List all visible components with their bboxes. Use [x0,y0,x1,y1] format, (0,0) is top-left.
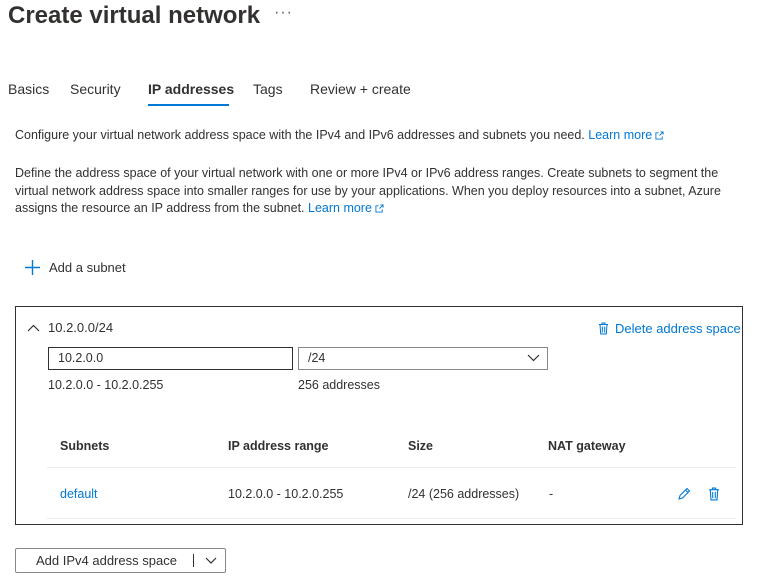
delete-address-space-label: Delete address space [615,321,741,336]
subnet-size-cell: /24 (256 addresses) [408,487,520,501]
column-header-nat-gateway: NAT gateway [548,439,626,453]
intro-paragraph-1: Configure your virtual network address s… [15,127,750,145]
delete-address-space-button[interactable]: Delete address space [598,321,741,336]
address-space-header[interactable]: 10.2.0.0/24 [27,320,113,335]
subnet-range-cell: 10.2.0.0 - 10.2.0.255 [228,487,344,501]
address-space-panel [15,306,743,525]
column-header-ip-range: IP address range [228,439,329,453]
learn-more-link-2[interactable]: Learn more [308,201,384,215]
edit-icon[interactable] [677,487,691,501]
chevron-down-icon[interactable] [205,557,217,564]
tab-review-create[interactable]: Review + create [310,81,411,97]
subnet-nat-cell: - [549,487,554,501]
intro-text-1: Configure your virtual network address s… [15,128,585,142]
address-range-text: 10.2.0.0 - 10.2.0.255 [48,378,164,392]
address-input[interactable]: 10.2.0.0 [48,347,293,370]
tab-ip-addresses[interactable]: IP addresses [148,81,234,97]
prefix-select[interactable]: /24 [298,347,548,370]
intro-paragraph-2: Define the address space of your virtual… [15,165,750,218]
column-header-size: Size [408,439,434,453]
address-count-text: 256 addresses [298,378,381,392]
add-subnet-button[interactable]: Add a subnet [24,259,126,276]
tab-basics[interactable]: Basics [8,81,49,97]
column-header-subnets: Subnets [60,439,110,453]
subnet-name-link[interactable]: default [60,487,98,501]
chevron-up-icon[interactable] [27,324,40,332]
learn-more-label-1: Learn more [588,128,653,142]
split-button-divider [193,554,194,567]
external-link-icon [655,131,664,140]
external-link-icon [375,204,384,213]
active-tab-indicator [148,104,229,106]
more-options-button[interactable]: ··· [274,4,293,22]
tab-tags[interactable]: Tags [253,81,283,97]
prefix-value: /24 [308,351,326,365]
tab-security[interactable]: Security [70,81,121,97]
learn-more-label-2: Learn more [308,201,372,215]
add-subnet-label: Add a subnet [49,260,126,275]
add-ipv4-label: Add IPv4 address space [36,553,177,568]
trash-icon [599,322,608,335]
learn-more-link-1[interactable]: Learn more [588,128,664,142]
table-row-divider [47,518,736,519]
address-space-title: 10.2.0.0/24 [48,320,114,335]
plus-icon [25,260,40,275]
delete-subnet-icon[interactable] [708,487,720,501]
table-header-divider [47,467,736,468]
page-title: Create virtual network [8,2,261,29]
add-ipv4-address-space-button[interactable]: Add IPv4 address space [15,548,226,573]
chevron-down-icon [527,354,540,362]
